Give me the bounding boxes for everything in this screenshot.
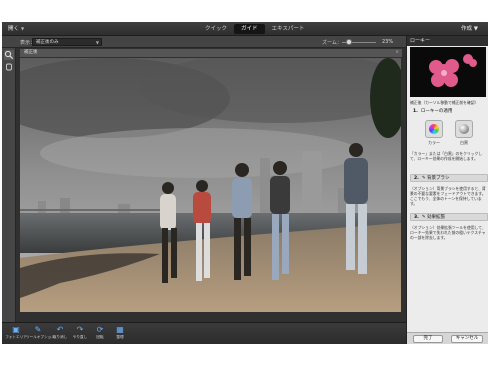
tool-options-icon: ✎ bbox=[34, 325, 42, 334]
photo-canvas[interactable] bbox=[20, 58, 401, 312]
close-icon[interactable]: × bbox=[395, 49, 399, 57]
tool-options-button[interactable]: ✎ ツールオプション bbox=[26, 324, 55, 344]
background-brush-button[interactable]: 2. ✎ 背景ブラシ bbox=[410, 174, 488, 182]
cancel-button[interactable]: キャンセル bbox=[451, 335, 483, 343]
organizer-icon: ▦ bbox=[116, 325, 124, 334]
mode-tabs: クイック ガイド エキスパート bbox=[198, 24, 311, 34]
panel-subtitle: 補正後（カーソル移動で補正前を確認） bbox=[410, 100, 479, 105]
lowkey-options: カラー 白黒 bbox=[421, 120, 477, 146]
step3-description: （オプション）効果拡張ツールを使用して、ローキー効果で失われた前の粗いテクスチャ… bbox=[410, 225, 486, 240]
left-toolbar bbox=[2, 48, 16, 322]
bottom-toolbar: ▣ フォトエリア ✎ ツールオプション ↶ 取り消し ↷ やり直し ⟳ 回転 ▦… bbox=[2, 322, 406, 344]
document-area: 補正後 × bbox=[16, 48, 406, 322]
options-bar: 表示： 補正後のみ ▼ ズーム： 23% bbox=[2, 36, 406, 48]
panel-title: ローキー bbox=[407, 36, 488, 46]
open-menu-label: 開く bbox=[8, 26, 20, 32]
photo-bin-label: フォトエリア bbox=[5, 335, 27, 339]
hand-tool-button[interactable] bbox=[4, 62, 14, 72]
photo-bin-button[interactable]: ▣ フォトエリア bbox=[4, 324, 28, 344]
organizer-button[interactable]: ▦ 整理 bbox=[108, 324, 132, 344]
color-option-button[interactable] bbox=[425, 120, 443, 138]
step3-label: 効果拡張 bbox=[427, 215, 446, 220]
magnifier-icon bbox=[4, 50, 14, 60]
flower-preview bbox=[410, 47, 486, 97]
guided-panel: ローキー 補正後（カーソル移動で補正前を確認） 1. ローキーの適用 カラー 白… bbox=[406, 36, 488, 344]
hand-icon bbox=[6, 63, 12, 71]
step2-number: 2. bbox=[414, 176, 419, 181]
bw-option-label: 白黒 bbox=[460, 140, 468, 145]
step1-number: 1. bbox=[413, 109, 418, 114]
tool-options-label: ツールオプション bbox=[26, 335, 55, 339]
photo-image bbox=[20, 58, 401, 312]
done-button[interactable]: 完了 bbox=[413, 335, 443, 343]
step2-label: 背景ブラシ bbox=[427, 176, 450, 181]
bw-option-button[interactable] bbox=[455, 120, 473, 138]
zoom-tool-button[interactable] bbox=[4, 50, 14, 60]
app-window: 開く ▼ クイック ガイド エキスパート 作成 ▼ 表示： 補正後のみ ▼ ズーム… bbox=[2, 22, 488, 344]
color-wheel-icon bbox=[429, 124, 439, 134]
zoom-label: ズーム： bbox=[322, 40, 342, 46]
redo-icon: ↷ bbox=[76, 325, 84, 334]
photo-bin-icon: ▣ bbox=[12, 325, 20, 334]
panel-footer: 完了 キャンセル bbox=[407, 332, 488, 344]
undo-icon: ↶ bbox=[56, 325, 64, 334]
panel-preview-image bbox=[410, 47, 486, 97]
step2-description: （オプション）背景ブラシを使用すると、背景の不要な要素をフェードアウトできます。… bbox=[410, 186, 486, 206]
tab-quick[interactable]: クイック bbox=[198, 24, 234, 34]
create-menu-label: 作成 bbox=[461, 26, 473, 32]
menu-bar: 開く ▼ クイック ガイド エキスパート 作成 ▼ bbox=[2, 22, 488, 36]
chevron-down-icon: ▼ bbox=[472, 26, 478, 32]
effect-boost-button[interactable]: 3. ✎ 効果拡張 bbox=[410, 213, 488, 221]
document-tab-title: 補正後 bbox=[24, 50, 38, 55]
tab-expert[interactable]: エキスパート bbox=[265, 24, 312, 34]
step-apply-lowkey: 1. ローキーの適用 bbox=[410, 108, 488, 116]
open-menu[interactable]: 開く ▼ bbox=[8, 25, 24, 33]
step3-number: 3. bbox=[414, 215, 419, 220]
step1-label: ローキーの適用 bbox=[420, 109, 453, 114]
view-select[interactable]: 補正後のみ ▼ bbox=[32, 38, 102, 46]
color-option-label: カラー bbox=[428, 140, 440, 145]
chevron-down-icon: ▼ bbox=[21, 26, 25, 31]
document-tab[interactable]: 補正後 × bbox=[20, 49, 402, 57]
rotate-icon: ⟳ bbox=[96, 325, 104, 334]
view-select-value: 補正後のみ bbox=[36, 40, 59, 45]
chevron-down-icon: ▼ bbox=[95, 40, 99, 45]
bw-disk-icon bbox=[459, 124, 469, 134]
zoom-slider-thumb[interactable] bbox=[346, 39, 352, 45]
tab-guided[interactable]: ガイド bbox=[234, 24, 265, 34]
zoom-value: 23% bbox=[382, 39, 394, 45]
step1-description: 「カラー」または「白黒」のをクリックして、ローキー効果の作成を開始します。 bbox=[410, 151, 483, 161]
create-menu[interactable]: 作成 ▼ bbox=[461, 25, 478, 33]
organizer-label: 整理 bbox=[116, 335, 124, 339]
